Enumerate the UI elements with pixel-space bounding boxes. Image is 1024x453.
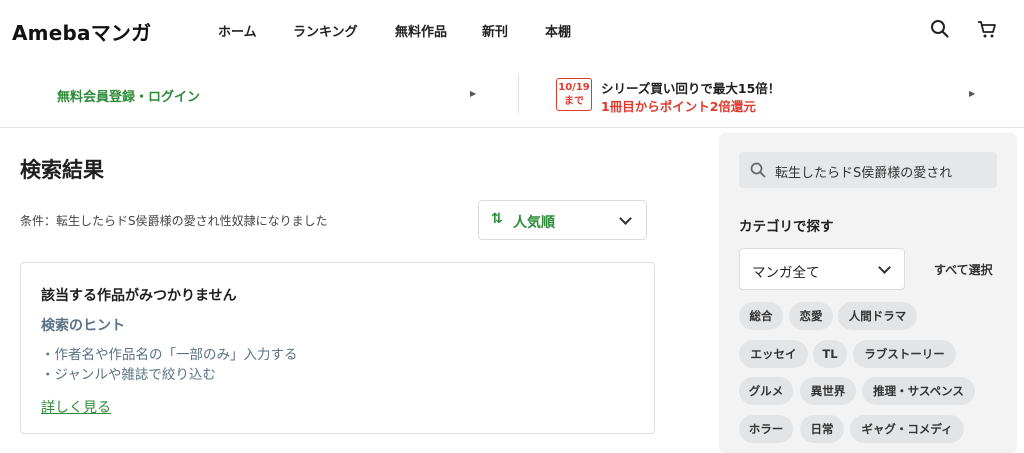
category-select-label: マンガ全て [752,265,820,281]
hint-title: 検索のヒント [41,318,125,334]
category-select[interactable]: マンガ全て [739,248,905,290]
tag-sougou[interactable]: 総合 [739,302,783,330]
tag-renai[interactable]: 恋愛 [789,302,833,330]
tag-gourmet[interactable]: グルメ [739,377,793,405]
search-condition: 条件：転生したらドS侯爵様の愛され性奴隷になりました [20,214,328,228]
tag-essay[interactable]: エッセイ [739,340,808,368]
tag-nichijou[interactable]: 日常 [800,415,844,443]
search-value[interactable]: 転生したらドS侯爵様の愛され [775,162,991,181]
sort-label: 人気順 [513,215,555,231]
site-logo[interactable]: Amebaマンガ [12,17,151,46]
nav-new[interactable]: 新刊 [482,21,508,40]
chevron-down-icon [878,261,891,274]
login-link[interactable]: 無料会員登録・ログイン [57,86,200,105]
campaign-line-1: シリーズ買い回りで最大15倍！ [601,81,781,96]
select-all-button[interactable]: すべて選択 [934,261,993,278]
nav-free[interactable]: 無料作品 [395,21,447,40]
chevron-down-icon [619,212,632,225]
sort-icon: ⇅ [491,211,503,227]
page-title: 検索結果 [20,158,104,182]
campaign-line-2: 1冊目からポイント2倍還元 [601,99,756,114]
cart-icon[interactable] [976,18,998,40]
campaign-date-badge: 10/19 まで [556,78,592,111]
login-banner[interactable]: 無料会員登録・ログイン ▶ [0,60,518,127]
search-icon[interactable] [929,18,951,40]
promo-banner: 無料会員登録・ログイン ▶ 10/19 まで シリーズ買い回りで最大15倍！ 1… [0,60,1024,128]
site-header: Amebaマンガ ホーム ランキング 無料作品 新刊 本棚 [0,0,1024,60]
search-icon [749,161,767,179]
campaign-banner[interactable]: 10/19 まで シリーズ買い回りで最大15倍！ 1冊目からポイント2倍還元 ▶ [519,60,1024,127]
hint-item: ・ジャンルや雑誌で絞り込む [41,367,216,383]
badge-date: 10/19 [558,82,590,93]
nav-ranking[interactable]: ランキング [293,21,358,40]
tag-gag-comedy[interactable]: ギャグ・コメディ [850,415,964,443]
chevron-right-icon: ▶ [470,89,477,98]
tag-love-story[interactable]: ラブストーリー [853,340,956,368]
sort-select[interactable]: ⇅ 人気順 [478,200,647,240]
tag-horror[interactable]: ホラー [739,415,793,443]
tag-human-drama[interactable]: 人間ドラマ [838,302,917,330]
nav-bookshelf[interactable]: 本棚 [545,21,571,40]
search-input[interactable]: 転生したらドS侯爵様の愛され [739,152,997,188]
chevron-right-icon: ▶ [969,89,976,98]
no-result-box: 該当する作品がみつかりません 検索のヒント ・作者名や作品名の「一部のみ」入力す… [20,262,655,434]
sidebar: 転生したらドS侯爵様の愛され カテゴリで探す マンガ全て すべて選択 総合 恋愛… [719,133,1017,453]
tag-isekai[interactable]: 異世界 [800,377,856,405]
more-details-link[interactable]: 詳しく見る [41,397,111,417]
category-title: カテゴリで探す [739,219,834,235]
tag-tl[interactable]: TL [813,340,847,368]
nav-home[interactable]: ホーム [218,21,257,40]
hint-item: ・作者名や作品名の「一部のみ」入力する [41,347,298,363]
tag-mystery-suspense[interactable]: 推理・サスペンス [862,377,975,405]
badge-until: まで [564,96,584,107]
not-found-message: 該当する作品がみつかりません [41,288,237,304]
